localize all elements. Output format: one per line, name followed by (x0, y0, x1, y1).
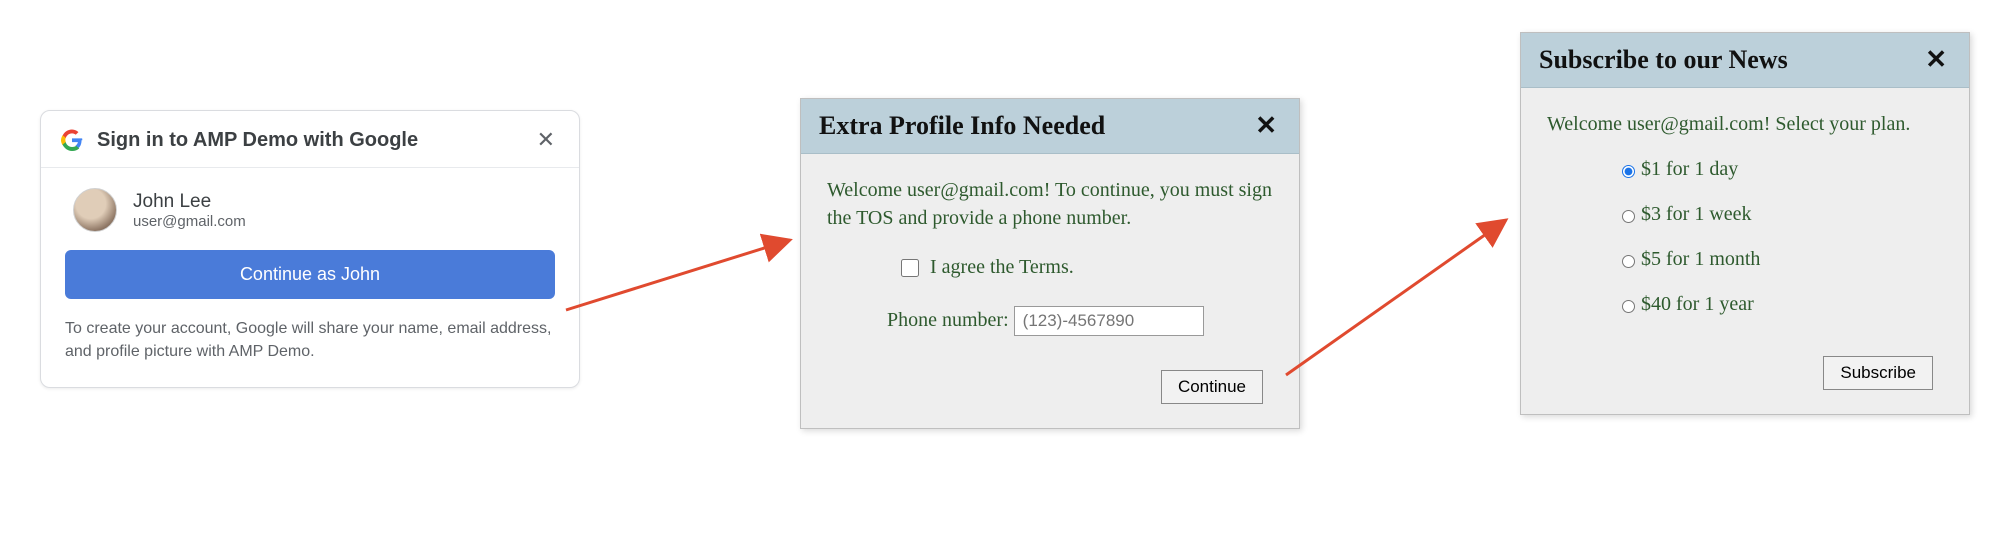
user-name: John Lee (133, 191, 246, 213)
plan-option[interactable]: $3 for 1 week (1617, 203, 1943, 226)
tos-label-wrapper[interactable]: I agree the Terms. (897, 256, 1074, 278)
tos-checkbox[interactable] (901, 259, 919, 277)
subscribe-button[interactable]: Subscribe (1823, 356, 1933, 390)
plan-radio[interactable] (1622, 165, 1635, 178)
dialog-body: Welcome user@gmail.com! To continue, you… (801, 154, 1299, 428)
continue-as-button[interactable]: Continue as John (65, 250, 555, 299)
plan-radio[interactable] (1622, 255, 1635, 268)
disclaimer-text: To create your account, Google will shar… (65, 317, 555, 363)
plan-label-wrapper[interactable]: $5 for 1 month (1617, 248, 1760, 270)
continue-button[interactable]: Continue (1161, 370, 1263, 404)
plan-label: $40 for 1 year (1641, 293, 1754, 315)
close-icon[interactable]: ✕ (533, 127, 559, 153)
welcome-text: Welcome user@gmail.com! To continue, you… (827, 176, 1273, 232)
dialog-title: Extra Profile Info Needed (819, 111, 1251, 141)
plan-label-wrapper[interactable]: $1 for 1 day (1617, 158, 1738, 180)
tos-label: I agree the Terms. (930, 256, 1074, 278)
dialog-header: Subscribe to our News ✕ (1521, 33, 1969, 88)
plan-radio[interactable] (1622, 210, 1635, 223)
arrow-1 (566, 240, 790, 310)
welcome-text: Welcome user@gmail.com! Select your plan… (1547, 110, 1943, 138)
plan-option[interactable]: $40 for 1 year (1617, 293, 1943, 316)
plan-option[interactable]: $1 for 1 day (1617, 158, 1943, 181)
close-icon[interactable]: ✕ (1251, 111, 1281, 141)
plan-label: $3 for 1 week (1641, 203, 1752, 225)
dialog-title: Subscribe to our News (1539, 45, 1921, 75)
avatar (73, 188, 117, 232)
plan-list: $1 for 1 day $3 for 1 week $5 for 1 month $… (1547, 158, 1943, 316)
button-row: Subscribe (1547, 356, 1943, 390)
button-row: Continue (827, 370, 1273, 404)
arrow-2 (1286, 220, 1506, 375)
google-card-title: Sign in to AMP Demo with Google (97, 129, 533, 152)
google-card-body: John Lee user@gmail.com Continue as John… (41, 168, 579, 387)
plan-label: $1 for 1 day (1641, 158, 1738, 180)
profile-info-dialog: Extra Profile Info Needed ✕ Welcome user… (800, 98, 1300, 429)
google-logo-icon (61, 129, 83, 151)
dialog-header: Extra Profile Info Needed ✕ (801, 99, 1299, 154)
phone-label: Phone number: (887, 309, 1009, 331)
google-signin-card: Sign in to AMP Demo with Google ✕ John L… (40, 110, 580, 388)
plan-label: $5 for 1 month (1641, 248, 1760, 270)
phone-input[interactable] (1014, 306, 1204, 336)
plan-label-wrapper[interactable]: $40 for 1 year (1617, 293, 1754, 315)
dialog-body: Welcome user@gmail.com! Select your plan… (1521, 88, 1969, 414)
plan-radio[interactable] (1622, 300, 1635, 313)
plan-label-wrapper[interactable]: $3 for 1 week (1617, 203, 1752, 225)
user-email: user@gmail.com (133, 213, 246, 230)
google-user-row: John Lee user@gmail.com (65, 188, 555, 232)
close-icon[interactable]: ✕ (1921, 45, 1951, 75)
phone-row: Phone number: (827, 306, 1273, 336)
tos-row: I agree the Terms. (827, 256, 1273, 280)
plan-option[interactable]: $5 for 1 month (1617, 248, 1943, 271)
google-user-info: John Lee user@gmail.com (133, 191, 246, 230)
subscribe-dialog: Subscribe to our News ✕ Welcome user@gma… (1520, 32, 1970, 415)
google-card-header: Sign in to AMP Demo with Google ✕ (41, 111, 579, 168)
